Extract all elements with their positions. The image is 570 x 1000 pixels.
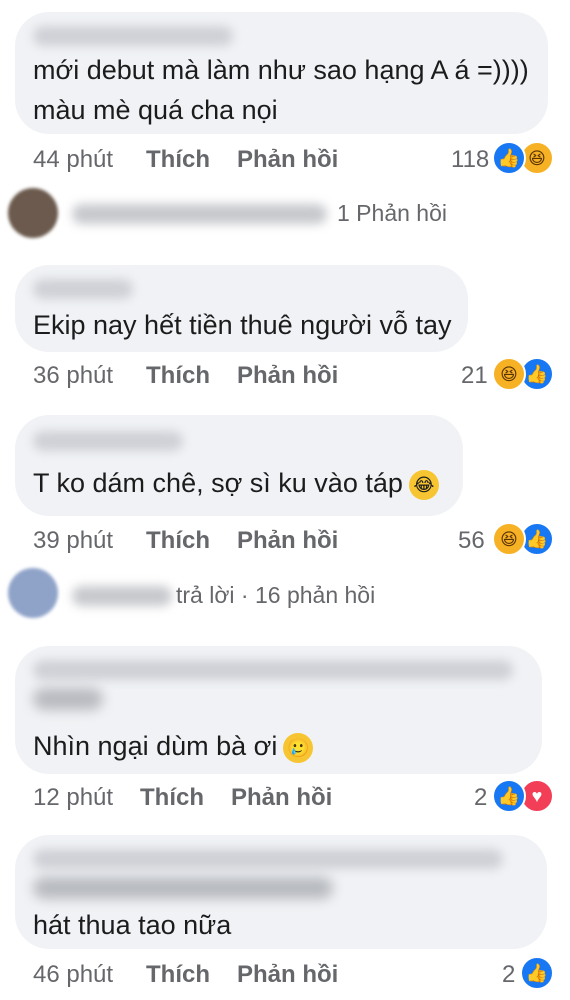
haha-icon: 😆 [492, 522, 526, 556]
reply-button[interactable]: Phản hồi [237, 527, 338, 555]
comment-author-name[interactable] [33, 431, 183, 451]
comment-time: 46 phút [33, 961, 114, 988]
comment-text: Nhìn ngại dùm bà ơi 🥲 [33, 724, 314, 768]
comment-text: T ko dám chê, sợ sì ku vào táp 😂 [33, 461, 439, 505]
comment-author-name[interactable] [33, 849, 503, 869]
comment-bubble: mới debut mà làm như sao hạng A á =)))) … [15, 12, 548, 134]
comment-bubble: T ko dám chê, sợ sì ku vào táp 😂 [15, 415, 463, 516]
comment-text-content: T ko dám chê, sợ sì ku vào táp [33, 468, 403, 498]
like-icon: 👍 [520, 956, 554, 990]
reply-button[interactable]: Phản hồi [237, 961, 338, 989]
comment-author-name[interactable] [33, 26, 233, 46]
like-button[interactable]: Thích [146, 146, 210, 174]
reaction-count[interactable]: 118 [451, 146, 489, 174]
laughing-emoji: 😂 [408, 469, 439, 500]
comment-text-content: Nhìn ngại dùm bà ơi [33, 731, 278, 761]
comment-author-name[interactable] [33, 660, 513, 680]
view-replies-link[interactable]: trả lời · 16 phản hồi [176, 582, 375, 609]
comment-bubble: hát thua tao nữa [15, 835, 547, 949]
like-icon: 👍 [492, 779, 526, 813]
reply-author-name[interactable] [72, 586, 172, 606]
comment-time: 12 phút [33, 784, 114, 811]
like-button[interactable]: Thích [146, 527, 210, 555]
reaction-count[interactable]: 2 [474, 784, 487, 812]
reply-button[interactable]: Phản hồi [237, 362, 338, 390]
view-replies-link[interactable]: 1 Phản hồi [337, 200, 447, 227]
reaction-count[interactable]: 2 [502, 961, 515, 989]
blurred-text [33, 688, 103, 710]
comment-text: hát thua tao nữa [33, 910, 232, 940]
reaction-count[interactable]: 56 [458, 527, 485, 555]
smiling-tear-emoji: 🥲 [283, 732, 314, 763]
reply-author-name[interactable] [72, 204, 327, 224]
avatar[interactable] [8, 568, 58, 618]
like-button[interactable]: Thích [146, 362, 210, 390]
like-icon: 👍 [492, 141, 526, 175]
reply-button[interactable]: Phản hồi [231, 784, 332, 812]
like-button[interactable]: Thích [146, 961, 210, 989]
comment-time: 36 phút [33, 362, 114, 389]
comment-text: mới debut mà làm như sao hạng A á =)))) [33, 55, 529, 85]
reaction-count[interactable]: 21 [461, 362, 488, 390]
comment-time: 39 phút [33, 527, 114, 554]
comment-time: 44 phút [33, 146, 114, 173]
comment-text: màu mè quá cha nọi [33, 95, 278, 125]
like-button[interactable]: Thích [140, 784, 204, 812]
reply-button[interactable]: Phản hồi [237, 146, 338, 174]
blurred-text [33, 877, 333, 899]
avatar[interactable] [8, 188, 58, 238]
comment-text: Ekip nay hết tiền thuê người vỗ tay [33, 310, 452, 340]
comment-bubble: Ekip nay hết tiền thuê người vỗ tay [15, 265, 468, 352]
comment-bubble: Nhìn ngại dùm bà ơi 🥲 [15, 646, 542, 774]
comment-author-name[interactable] [33, 279, 133, 299]
haha-icon: 😆 [492, 357, 526, 391]
